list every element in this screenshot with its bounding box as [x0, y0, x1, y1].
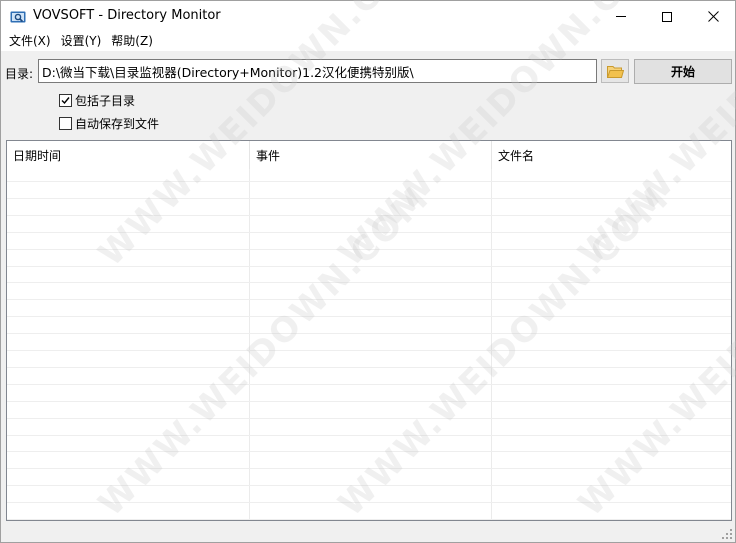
autosave-option[interactable]: 自动保存到文件	[59, 115, 159, 132]
include-subdirs-checkbox[interactable]	[59, 94, 72, 107]
resize-grip-icon[interactable]	[721, 528, 733, 540]
menu-file[interactable]: 文件(X)	[4, 32, 56, 51]
column-header-filename[interactable]: 文件名	[492, 141, 731, 169]
grid-line	[7, 265, 731, 267]
grid-line	[7, 366, 731, 368]
grid-line	[7, 350, 731, 351]
grid-line	[7, 181, 731, 182]
grid-line	[7, 231, 731, 233]
grid-line	[7, 400, 731, 402]
close-icon	[707, 11, 719, 22]
grid-line	[7, 417, 731, 419]
grid-line	[7, 383, 731, 385]
status-bar	[1, 523, 735, 542]
title-bar[interactable]: VOVSOFT - Directory Monitor	[1, 1, 735, 32]
event-list[interactable]: 日期时间 事件 文件名	[6, 140, 732, 521]
menu-help[interactable]: 帮助(Z)	[106, 32, 158, 51]
browse-folder-button[interactable]	[601, 59, 629, 83]
app-icon	[10, 11, 26, 23]
directory-label: 目录:	[5, 67, 34, 81]
directory-input[interactable]: D:\微当下载\目录监视器(Directory+Monitor)1.2汉化便携特…	[38, 59, 597, 83]
grid-line	[7, 248, 731, 250]
include-subdirs-label: 包括子目录	[75, 94, 136, 108]
grid-line	[7, 214, 731, 216]
close-button[interactable]	[690, 1, 736, 32]
grid-line	[7, 451, 731, 453]
app-window: VOVSOFT - Directory Monitor 文件(X) 设置(Y) …	[0, 0, 736, 543]
grid-line	[7, 299, 731, 301]
grid-line	[7, 197, 731, 199]
window-title: VOVSOFT - Directory Monitor	[33, 8, 221, 23]
grid-line	[7, 333, 731, 335]
grid-line	[7, 282, 731, 284]
menu-bar: 文件(X) 设置(Y) 帮助(Z)	[1, 32, 735, 51]
menu-settings[interactable]: 设置(Y)	[56, 32, 107, 51]
grid-line	[7, 502, 731, 504]
list-body	[7, 181, 731, 520]
include-subdirs-option[interactable]: 包括子目录	[59, 92, 135, 109]
minimize-button[interactable]	[598, 1, 644, 32]
grid-line	[7, 519, 731, 520]
autosave-label: 自动保存到文件	[75, 117, 160, 131]
maximize-icon	[662, 11, 672, 22]
column-header-event[interactable]: 事件	[250, 141, 492, 169]
grid-line	[7, 468, 731, 470]
minimize-icon	[616, 16, 626, 17]
folder-icon	[606, 65, 624, 78]
start-button[interactable]: 开始	[634, 59, 732, 84]
grid-line	[7, 434, 731, 436]
maximize-button[interactable]	[644, 1, 690, 32]
column-header-datetime[interactable]: 日期时间	[7, 141, 250, 169]
grid-line	[7, 316, 731, 318]
checkmark-icon	[61, 97, 70, 105]
list-header: 日期时间 事件 文件名	[7, 141, 731, 169]
grid-line	[7, 485, 731, 487]
autosave-checkbox[interactable]	[59, 117, 72, 130]
